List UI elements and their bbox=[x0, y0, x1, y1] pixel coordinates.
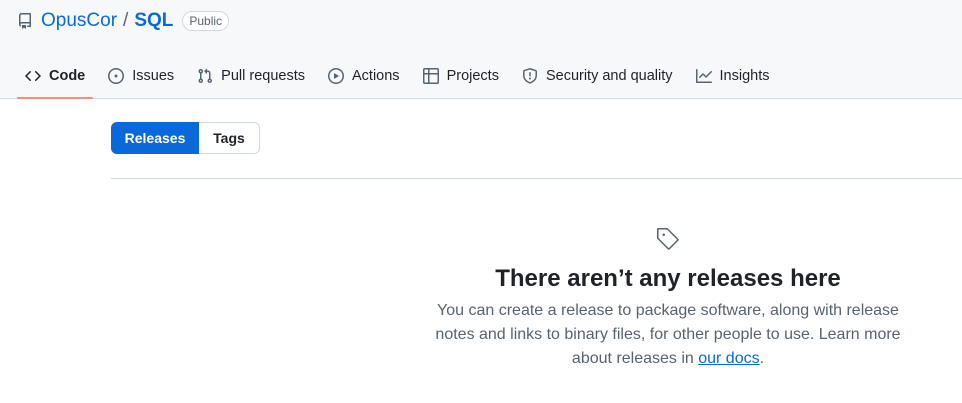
table-icon bbox=[422, 68, 439, 84]
issue-opened-icon bbox=[108, 68, 125, 84]
tab-insights[interactable]: Insights bbox=[688, 56, 778, 96]
tab-projects[interactable]: Projects bbox=[415, 56, 507, 96]
tab-label: Code bbox=[49, 68, 86, 84]
empty-state-title: There aren’t any releases here bbox=[495, 265, 841, 292]
tab-security-and-quality[interactable]: Security and quality bbox=[514, 56, 681, 96]
releases-button[interactable]: Releases bbox=[111, 122, 199, 154]
tab-pull-requests[interactable]: Pull requests bbox=[189, 56, 313, 96]
tag-icon bbox=[656, 227, 680, 251]
git-pull-request-icon bbox=[197, 68, 213, 84]
repo-title: OpusCor / SQL Public bbox=[17, 9, 230, 33]
tags-button[interactable]: Tags bbox=[199, 122, 260, 154]
tab-label: Issues bbox=[132, 68, 175, 84]
tab-code[interactable]: Code bbox=[17, 56, 94, 99]
tab-label: Insights bbox=[719, 68, 770, 84]
docs-link[interactable]: our docs bbox=[698, 350, 759, 367]
tab-issues[interactable]: Issues bbox=[100, 56, 182, 96]
repo-owner-link[interactable]: OpusCor bbox=[41, 10, 117, 32]
repo-path-separator: / bbox=[123, 10, 129, 31]
code-icon bbox=[25, 68, 41, 84]
repo-nav-tabs: Code Issues Pull requests Actions Projec… bbox=[17, 54, 784, 99]
tab-actions[interactable]: Actions bbox=[320, 56, 408, 96]
shield-icon bbox=[522, 68, 538, 84]
play-icon bbox=[328, 68, 344, 84]
divider bbox=[111, 178, 962, 179]
visibility-badge: Public bbox=[182, 11, 230, 31]
repo-header: OpusCor / SQL Public Code Issues Pull re… bbox=[0, 0, 962, 99]
releases-tags-toggle: Releases Tags bbox=[111, 122, 260, 154]
empty-state-period: . bbox=[759, 350, 765, 367]
repo-name-link[interactable]: SQL bbox=[134, 10, 173, 32]
empty-state-description: You can create a release to package soft… bbox=[428, 299, 908, 371]
empty-state-body: You can create a release to package soft… bbox=[435, 302, 901, 367]
tab-label: Projects bbox=[446, 68, 499, 84]
empty-state: There aren’t any releases here You can c… bbox=[428, 224, 908, 371]
graph-icon bbox=[695, 68, 712, 84]
tab-label: Actions bbox=[352, 68, 400, 84]
tab-label: Pull requests bbox=[221, 68, 305, 84]
tab-label: Security and quality bbox=[545, 68, 673, 84]
repo-icon bbox=[17, 13, 33, 29]
